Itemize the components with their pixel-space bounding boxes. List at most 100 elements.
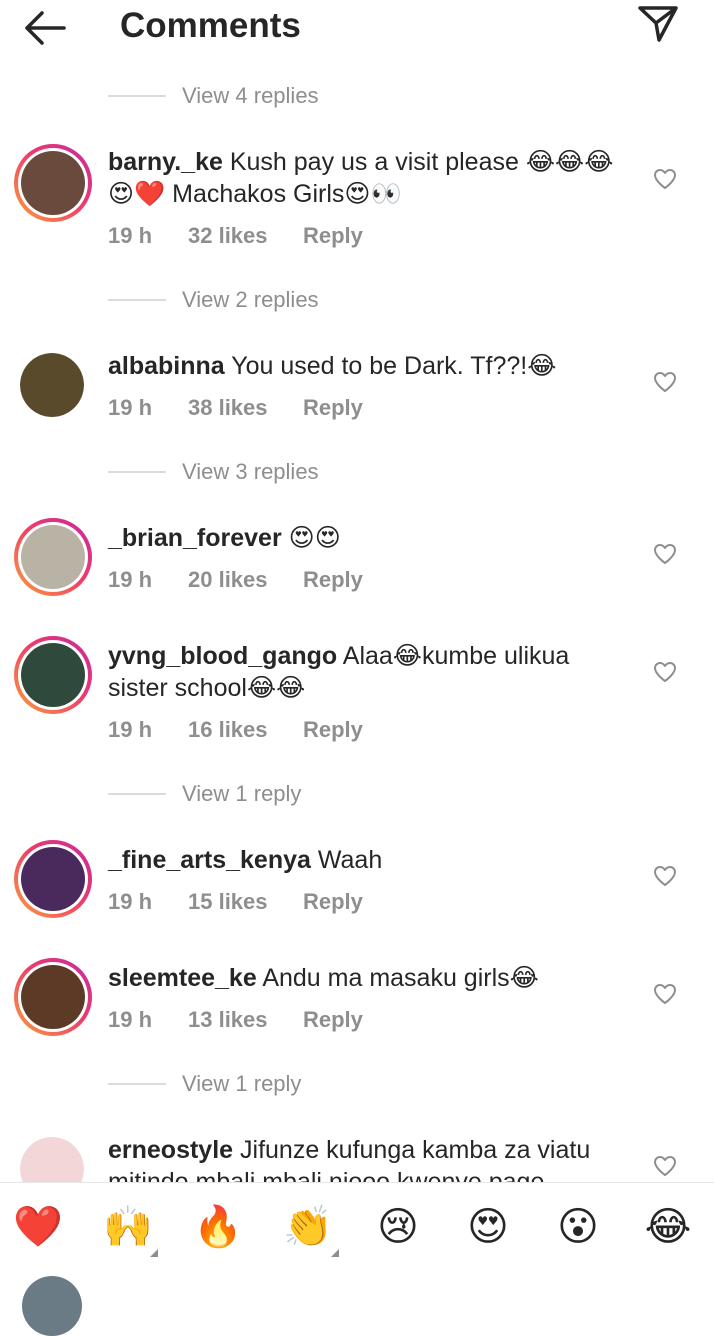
crying-face-emoji-button[interactable]: 😢 xyxy=(372,1201,424,1253)
send-button[interactable] xyxy=(632,0,684,48)
heart-emoji-button[interactable]: ❤️ xyxy=(12,1201,64,1253)
avatar-image xyxy=(20,1137,84,1182)
heart-icon xyxy=(654,544,676,564)
comment-username[interactable]: albabinna xyxy=(108,352,225,380)
comment-text: barny._ke Kush pay us a visit please 😂😂😂… xyxy=(108,146,628,210)
comment-meta: 19 h 13 likes Reply xyxy=(108,1005,363,1035)
reply-button[interactable]: Reply xyxy=(303,395,363,421)
comment-likes[interactable]: 16 likes xyxy=(188,717,303,743)
comment-text: albabinna You used to be Dark. Tf??!😂 xyxy=(108,350,628,382)
view-replies-link[interactable]: View 2 replies xyxy=(108,285,319,315)
view-replies-label: View 1 reply xyxy=(182,781,302,806)
current-user-avatar[interactable] xyxy=(22,1276,82,1336)
comment-time: 19 h xyxy=(108,395,153,420)
comment-username[interactable]: sleemtee_ke xyxy=(108,964,257,992)
comments-feed[interactable]: View 4 replies barny._ke Kush pay us a v… xyxy=(0,56,714,1182)
like-button[interactable] xyxy=(650,539,680,569)
comment-text: sleemtee_ke Andu ma masaku girls😂 xyxy=(108,962,628,994)
comment-likes[interactable]: 15 likes xyxy=(188,889,303,915)
page-title: Comments xyxy=(120,6,301,45)
reply-button[interactable]: Reply xyxy=(303,1007,363,1033)
like-button[interactable] xyxy=(650,657,680,687)
raising-hands-emoji-button[interactable]: 🙌 xyxy=(102,1201,154,1253)
comment-username[interactable]: _fine_arts_kenya xyxy=(108,846,311,874)
view-replies-link[interactable]: View 1 reply xyxy=(108,1069,301,1099)
clapping-hands-emoji-button[interactable]: 👏 xyxy=(282,1201,334,1253)
view-replies-link[interactable]: View 3 replies xyxy=(108,457,319,487)
comment-meta: 19 h 16 likes Reply xyxy=(108,715,363,745)
comment-username[interactable]: _brian_forever xyxy=(108,524,282,552)
like-button[interactable] xyxy=(650,861,680,891)
heart-icon xyxy=(654,662,676,682)
view-replies-label: View 2 replies xyxy=(182,287,319,312)
like-button[interactable] xyxy=(650,367,680,397)
paper-plane-icon xyxy=(638,6,678,42)
comment-content: You used to be Dark. Tf??!😂 xyxy=(231,352,557,380)
reply-button[interactable]: Reply xyxy=(303,717,363,743)
tears-of-joy-emoji-button[interactable]: 😂 xyxy=(642,1201,694,1253)
comment-likes[interactable]: 13 likes xyxy=(188,1007,303,1033)
comment-meta: 19 h 32 likes Reply xyxy=(108,221,363,251)
avatar-image xyxy=(21,151,85,215)
comment-username[interactable]: erneostyle xyxy=(108,1136,233,1164)
heart-icon xyxy=(654,1156,676,1176)
view-replies-label: View 1 reply xyxy=(182,1071,302,1096)
heart-icon xyxy=(654,169,676,189)
comment-meta: 19 h 20 likes Reply xyxy=(108,565,363,595)
reply-thread-line xyxy=(108,793,166,795)
heart-icon xyxy=(654,866,676,886)
reply-thread-line xyxy=(108,95,166,97)
view-replies-link[interactable]: View 4 replies xyxy=(108,81,319,111)
comment-time: 19 h xyxy=(108,717,153,742)
avatar-image xyxy=(21,965,85,1029)
comment-meta: 19 h 38 likes Reply xyxy=(108,393,363,423)
avatar[interactable] xyxy=(14,958,92,1036)
reply-button[interactable]: Reply xyxy=(303,567,363,593)
top-bar: Comments xyxy=(0,0,714,56)
surprised-face-emoji-button[interactable]: 😮 xyxy=(552,1201,604,1253)
comment-username[interactable]: barny._ke xyxy=(108,148,223,176)
fire-emoji-button[interactable]: 🔥 xyxy=(192,1201,244,1253)
comment-text: _fine_arts_kenya Waah xyxy=(108,844,628,876)
comment-content: 😍😍 xyxy=(288,524,341,552)
comment-likes[interactable]: 32 likes xyxy=(188,223,303,249)
comment-content: Waah xyxy=(317,846,383,874)
reply-thread-line xyxy=(108,1083,166,1085)
comment-likes[interactable]: 38 likes xyxy=(188,395,303,421)
avatar-image xyxy=(20,353,84,417)
comment-time: 19 h xyxy=(108,1007,153,1032)
comment-time: 19 h xyxy=(108,567,153,592)
like-button[interactable] xyxy=(650,164,680,194)
avatar[interactable] xyxy=(14,144,92,222)
view-replies-label: View 3 replies xyxy=(182,459,319,484)
emoji-reaction-bar: ❤️ 🙌 🔥 👏 😢 😍 😮 😂 xyxy=(0,1182,714,1273)
avatar-image xyxy=(21,847,85,911)
comment-content: Andu ma masaku girls😂 xyxy=(262,964,539,992)
avatar[interactable] xyxy=(20,353,84,417)
view-replies-link[interactable]: View 1 reply xyxy=(108,779,301,809)
back-button[interactable] xyxy=(18,6,70,50)
like-button[interactable] xyxy=(650,979,680,1009)
like-button[interactable] xyxy=(650,1151,680,1181)
reply-thread-line xyxy=(108,471,166,473)
view-replies-label: View 4 replies xyxy=(182,83,319,108)
skin-tone-indicator-icon xyxy=(150,1249,158,1257)
avatar[interactable] xyxy=(14,840,92,918)
reply-button[interactable]: Reply xyxy=(303,223,363,249)
avatar[interactable] xyxy=(20,1137,84,1182)
avatar[interactable] xyxy=(14,518,92,596)
skin-tone-indicator-icon xyxy=(331,1249,339,1257)
avatar[interactable] xyxy=(14,636,92,714)
reply-button[interactable]: Reply xyxy=(303,889,363,915)
avatar-image xyxy=(21,525,85,589)
comment-likes[interactable]: 20 likes xyxy=(188,567,303,593)
heart-eyes-emoji-button[interactable]: 😍 xyxy=(462,1201,514,1253)
comment-text: erneostyle Jifunze kufunga kamba za viat… xyxy=(108,1134,628,1182)
heart-icon xyxy=(654,372,676,392)
comment-username[interactable]: yvng_blood_gango xyxy=(108,642,337,670)
arrow-left-icon xyxy=(25,11,66,45)
avatar-image xyxy=(21,643,85,707)
comment-meta: 19 h 15 likes Reply xyxy=(108,887,363,917)
comment-text: yvng_blood_gango Alaa😂kumbe ulikua siste… xyxy=(108,640,628,704)
heart-icon xyxy=(654,984,676,1004)
